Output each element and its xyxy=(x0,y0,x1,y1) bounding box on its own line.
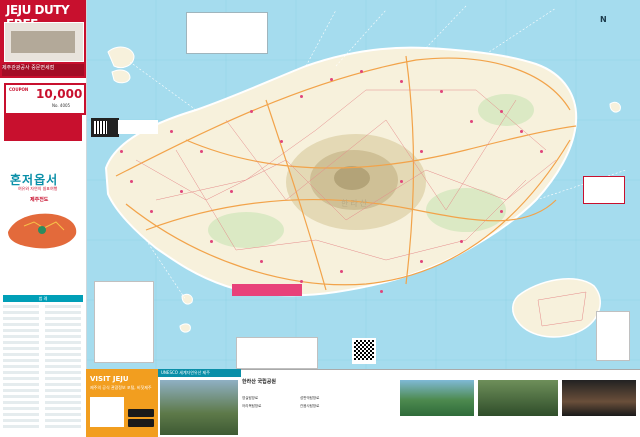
trail-row: 어리목탐방로 xyxy=(242,404,262,408)
photo-info-box xyxy=(236,337,318,369)
north-arrow: N xyxy=(600,15,607,24)
island-minimap xyxy=(4,206,82,254)
brochure-subtitle: 여유와 자연의 쉼표여행 xyxy=(18,186,58,191)
map-label: 제주전도 xyxy=(30,197,49,203)
seongsan-photo xyxy=(400,380,474,416)
visit-jeju-title: VISIT JEJU xyxy=(90,375,129,383)
trail-row: 관음사탐방로 xyxy=(300,404,320,408)
trail-row: 성판악탐방로 xyxy=(300,396,320,400)
visit-jeju-subtitle: 제주의 공식 관광정보 포털, 비짓제주 xyxy=(90,385,152,390)
legend: 범 례 xyxy=(3,295,83,435)
watermark: TRAVEL-CEEMYT.BOY xyxy=(432,423,545,434)
legend-title: 범 례 xyxy=(3,295,83,302)
coupon-amount: 10,000 xyxy=(36,87,83,101)
duty-free-tag: 제주관광공사 중문면세점 xyxy=(2,64,84,76)
duty-free-store-photo xyxy=(4,22,84,62)
small-island-east xyxy=(609,101,621,113)
bottom-qr-code[interactable] xyxy=(352,338,376,364)
city-highlight-box xyxy=(232,284,302,296)
gapa-island xyxy=(179,323,191,333)
marado-island xyxy=(181,293,193,305)
biyangdo-island xyxy=(111,69,131,84)
app-store-badge[interactable] xyxy=(128,409,154,417)
lava-tube-photo xyxy=(562,380,636,416)
mountain-label: 한라산 xyxy=(341,198,369,208)
halla-photo xyxy=(160,380,238,435)
visit-jeju-panel: VISIT JEJU 제주의 공식 관광정보 포털, 비짓제주 xyxy=(86,369,158,437)
visit-jeju-qr[interactable] xyxy=(90,397,124,427)
jeju-tourist-map: 한라산 N JEJU DUTY FREE 제주관광공사 중문면세점 COUPON… xyxy=(0,0,640,437)
route-legend-box xyxy=(94,281,154,363)
coupon-label: COUPON xyxy=(9,87,29,92)
udo-island xyxy=(512,278,601,338)
halla-title: 한라산 국립공원 xyxy=(242,379,276,385)
google-play-badge[interactable] xyxy=(128,419,154,427)
qr-caption xyxy=(118,120,158,134)
top-info-box xyxy=(186,12,268,54)
udo-legend-box xyxy=(596,311,630,361)
coupon-details-strip xyxy=(4,113,82,141)
unesco-bar: UNESCO 세계자연유산 제주 xyxy=(158,369,241,377)
coupon[interactable]: COUPON 10,000 No. 4005 xyxy=(4,83,86,115)
duty-free-ad: JEJU DUTY FREE 제주관광공사 중문면세점 xyxy=(0,0,86,78)
coupon-number: No. 4005 xyxy=(52,103,71,108)
trail-row: 영실탐방로 xyxy=(242,396,259,400)
chuja-island xyxy=(107,46,135,69)
qr-code[interactable] xyxy=(91,118,119,137)
right-photo-box xyxy=(583,176,625,204)
geomun-photo xyxy=(478,380,558,416)
